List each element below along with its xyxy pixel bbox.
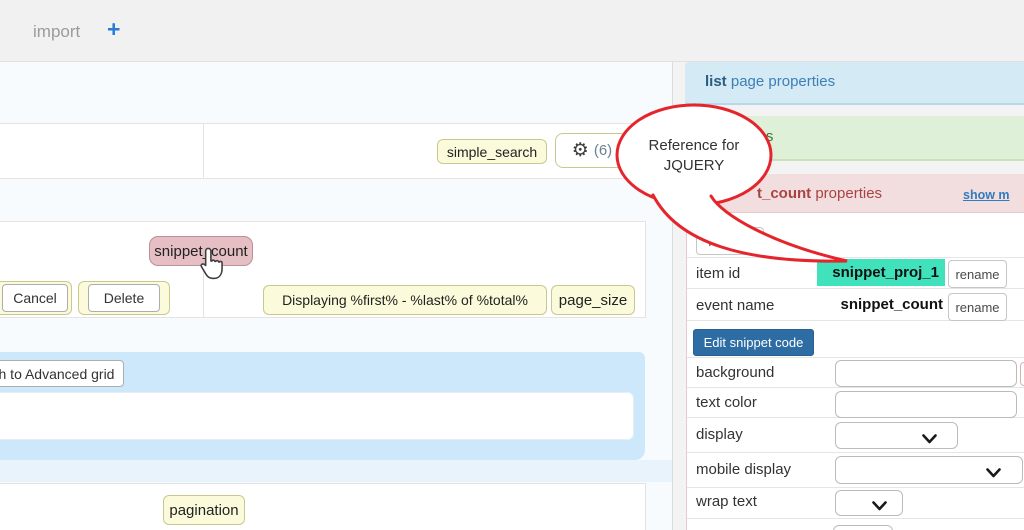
mobile-display-label: mobile display (696, 461, 791, 478)
item-id-label: item id (696, 265, 740, 282)
background-input[interactable] (835, 360, 1017, 387)
canvas-row-pagination: pagination (0, 483, 646, 530)
panel-header-page-rest: page properties (731, 73, 835, 90)
switch-advanced-grid-button[interactable]: ch to Advanced grid (0, 360, 124, 387)
form-row-item-id: item id snippet_proj_1 rename (687, 257, 1024, 289)
app-window: import + simple_search ⚙ (6) snippet_cou… (0, 0, 1024, 530)
form-row-mobile-display: mobile display (687, 452, 1024, 488)
cell-divider (203, 124, 204, 178)
grid-inner-box[interactable] (0, 392, 634, 440)
mobile-display-select[interactable] (835, 456, 1023, 484)
widget-page-size[interactable]: page_size (551, 285, 635, 315)
panel-header-green-label: rties (745, 128, 773, 145)
canvas-row-pager: Cancel Delete Displaying %first% - %last… (0, 271, 646, 318)
import-menu[interactable]: import (33, 22, 80, 42)
rename-item-id-button[interactable]: rename (948, 260, 1007, 288)
form-row-edit-snippet: Edit snippet code (687, 320, 1024, 358)
canvas-row-snippet: snippet_count (0, 221, 646, 273)
wrap-text-select[interactable] (835, 490, 903, 516)
form-row-background: background (687, 357, 1024, 388)
item-id-value: snippet_proj_1 (817, 259, 945, 286)
panel-header-count-rest: properties (815, 185, 882, 202)
form-row-event-name: event name snippet_count rename (687, 288, 1024, 321)
settings-button[interactable]: ⚙ (6) (555, 133, 629, 168)
show-more-link[interactable]: show m (963, 188, 1010, 202)
add-icon[interactable]: + (107, 16, 120, 43)
color-swatch-cutoff[interactable] (1020, 362, 1024, 386)
chevron-down-icon (872, 498, 887, 516)
panel-header-green[interactable]: rties (685, 116, 1024, 161)
widget-simple-search[interactable]: simple_search (437, 139, 547, 164)
event-name-label: event name (696, 297, 774, 314)
wrap-text-label: wrap text (696, 493, 757, 510)
text-color-label: text color (696, 394, 757, 411)
widget-delete-wrap: Delete (78, 281, 170, 315)
gear-icon: ⚙ (572, 141, 589, 160)
cursor-icon (198, 247, 225, 286)
form-row-text-color: text color (687, 387, 1024, 418)
grid-section: ch to Advanced grid (0, 352, 645, 460)
form-row-partial (687, 518, 1024, 530)
widget-pagination[interactable]: pagination (163, 495, 245, 525)
properties-form: remove item id snippet_proj_1 rename eve… (686, 213, 1024, 530)
text-color-input[interactable] (835, 391, 1017, 418)
remove-button[interactable]: remove (696, 227, 764, 255)
cancel-button[interactable]: Cancel (2, 284, 68, 312)
rename-event-button[interactable]: rename (948, 293, 1007, 321)
settings-count: (6) (594, 142, 612, 159)
display-select[interactable] (835, 422, 958, 449)
event-name-value: snippet_count (813, 296, 943, 313)
partial-control-cutoff[interactable] (833, 525, 893, 530)
form-row-display: display (687, 417, 1024, 453)
display-label: display (696, 426, 743, 443)
form-row-remove: remove (687, 213, 1024, 258)
chevron-down-icon (986, 465, 1001, 483)
edit-snippet-code-button[interactable]: Edit snippet code (693, 329, 814, 356)
delete-button[interactable]: Delete (88, 284, 160, 312)
chevron-down-icon (922, 431, 937, 449)
builder-canvas: simple_search ⚙ (6) snippet_count Cancel… (0, 62, 673, 530)
widget-cancel-wrap: Cancel (0, 281, 72, 315)
form-row-wrap-text: wrap text (687, 487, 1024, 519)
canvas-row-search: simple_search ⚙ (6) (0, 123, 646, 179)
widget-displaying[interactable]: Displaying %first% - %last% of %total% (263, 285, 547, 315)
grid-footer-strip (0, 460, 672, 482)
panel-header-page-bold: list (705, 73, 727, 90)
panel-header-count[interactable]: t_count properties show m (685, 174, 1024, 213)
panel-header-page[interactable]: list page properties (685, 62, 1024, 105)
panel-header-count-bold: t_count (757, 185, 811, 202)
background-label: background (696, 364, 774, 381)
top-toolbar: import + (0, 0, 1024, 62)
